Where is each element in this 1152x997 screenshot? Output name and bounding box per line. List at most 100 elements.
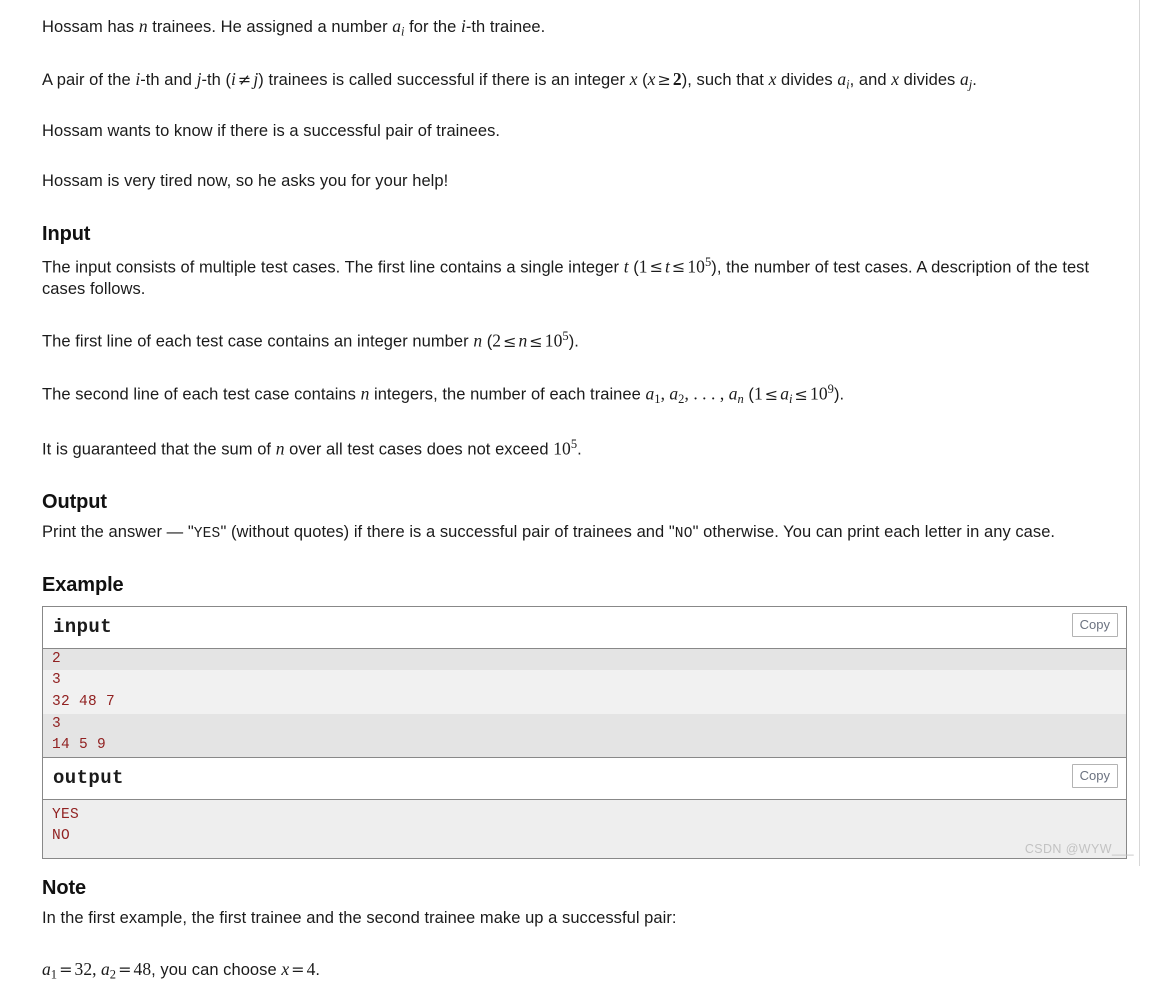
text-fragment: The input consists of multiple test case… xyxy=(42,257,624,276)
sample-tests: input Copy 2 3 32 48 7 3 14 5 9 output C… xyxy=(42,605,1127,859)
code-yes: YES xyxy=(193,525,221,542)
math-number-2: 2 xyxy=(492,330,502,351)
math-operator-leq: ≤ xyxy=(794,384,809,404)
math-a: a xyxy=(837,69,847,89)
text-fragment: ). xyxy=(833,385,845,404)
math-number-1: 1 xyxy=(753,383,763,404)
math-operator-eq: = xyxy=(291,959,305,979)
output-line: NO xyxy=(52,828,71,845)
text-fragment: ( xyxy=(628,257,639,276)
math-operator-leq: ≤ xyxy=(529,331,543,351)
math-a: a xyxy=(101,958,110,979)
math-x: x xyxy=(891,69,899,89)
math-operator-eq: = xyxy=(59,959,73,979)
sample-input-body: 2 3 32 48 7 3 14 5 9 xyxy=(43,648,1126,757)
text-fragment: " (without quotes) if there is a success… xyxy=(220,522,675,541)
text-fragment: ). xyxy=(568,332,579,351)
test-case-block: 2 xyxy=(43,648,1126,671)
text-fragment: ( xyxy=(637,71,648,89)
sample-output-body: YES NO xyxy=(43,799,1126,858)
math-a: a xyxy=(669,383,679,404)
text-fragment: ), such that xyxy=(681,71,769,89)
math-x: x xyxy=(281,958,290,979)
test-case-line: 3 xyxy=(52,715,62,732)
math-a: a xyxy=(645,383,655,404)
text-fragment: divides xyxy=(899,71,960,89)
math-n: n xyxy=(138,16,148,36)
math-operator-leq: ≤ xyxy=(649,256,664,276)
note-section-title: Note xyxy=(42,876,87,899)
math-number-48: 48 xyxy=(133,958,152,979)
math-operator-leq: ≤ xyxy=(764,384,779,404)
output-section-title: Output xyxy=(42,490,107,513)
text-fragment: divides xyxy=(776,71,838,89)
math-operator-leq: ≤ xyxy=(503,331,517,351)
text-fragment: , you can choose xyxy=(151,960,282,979)
test-case-block: 3 14 5 9 xyxy=(43,713,1126,757)
statement-paragraph-4: Hossam is very tired now, so he asks you… xyxy=(42,171,449,190)
test-case-line: 2 xyxy=(52,650,62,667)
text-fragment: A pair of the xyxy=(42,71,136,89)
math-operator-geq: ≥ xyxy=(657,70,671,89)
math-number-32: 32 xyxy=(74,958,93,979)
test-case-line: 14 5 9 xyxy=(52,737,107,754)
math-n: n xyxy=(473,330,483,351)
text-fragment: integers, the number of each trainee xyxy=(369,385,646,404)
text-fragment: -th trainee. xyxy=(465,18,546,36)
text-fragment: The first line of each test case contain… xyxy=(42,332,474,351)
input-section-title: Input xyxy=(42,222,91,245)
math-n: n xyxy=(518,330,528,351)
math-number-4: 4 xyxy=(306,958,316,979)
math-operator-neq: ≠ xyxy=(237,70,252,89)
text-fragment: , . . . , xyxy=(684,383,729,404)
sample-input-label: input xyxy=(53,615,113,638)
math-number-2: 2 xyxy=(672,69,682,89)
text-fragment: for the xyxy=(404,18,461,36)
math-number-10: 10 xyxy=(810,383,828,404)
sample-output-box: output Copy YES NO xyxy=(42,756,1127,859)
math-number-1: 1 xyxy=(638,255,648,276)
input-paragraph-4: It is guaranteed that the sum of n over … xyxy=(42,422,1128,475)
sample-output-header: output Copy xyxy=(43,757,1126,800)
text-fragment: Hossam has xyxy=(42,18,139,36)
text-fragment: . xyxy=(972,71,977,89)
sample-input-box: input Copy 2 3 32 48 7 3 14 5 9 xyxy=(42,605,1127,757)
sample-input-header: input Copy xyxy=(43,606,1126,649)
text-fragment: " otherwise. You can print each letter i… xyxy=(692,522,1056,541)
math-a: a xyxy=(780,383,790,404)
text-fragment: It is guaranteed that the sum of xyxy=(42,439,276,458)
text-fragment: , and xyxy=(849,71,892,89)
text-fragment: ) trainees is called successful if there… xyxy=(258,71,630,89)
text-fragment: The second line of each test case contai… xyxy=(42,385,361,404)
text-fragment: -th and xyxy=(140,71,197,89)
output-paragraph-1: Print the answer — "YES" (without quotes… xyxy=(42,516,1128,558)
math-a: a xyxy=(42,958,51,979)
code-no: NO xyxy=(674,525,693,542)
math-a: a xyxy=(392,16,401,36)
text-fragment: . xyxy=(315,960,321,979)
copy-output-button[interactable]: Copy xyxy=(1071,763,1118,788)
input-paragraph-2: The first line of each test case contain… xyxy=(42,314,1128,367)
text-fragment: ( xyxy=(482,332,493,351)
math-number-10: 10 xyxy=(687,255,705,276)
sample-output-label: output xyxy=(53,766,124,789)
text-fragment: . xyxy=(577,439,582,458)
text-fragment: trainees. He assigned a number xyxy=(147,18,393,36)
math-number-10: 10 xyxy=(553,437,571,458)
problem-statement: Hossam has n trainees. He assigned a num… xyxy=(42,0,1128,997)
math-operator-eq: = xyxy=(118,959,132,979)
statement-paragraph-3: Hossam wants to know if there is a succe… xyxy=(42,122,501,140)
test-case-block: 3 32 48 7 xyxy=(43,670,1126,714)
statement-paragraph-1: Hossam has n trainees. He assigned a num… xyxy=(42,0,1128,54)
example-section-title: Example xyxy=(42,573,124,596)
page-right-rule xyxy=(1139,0,1140,866)
text-fragment: -th ( xyxy=(201,71,232,89)
note-paragraph-1: In the first example, the first trainee … xyxy=(42,908,677,927)
output-line: YES xyxy=(52,806,80,823)
input-paragraph-1: The input consists of multiple test case… xyxy=(42,248,1128,315)
text-fragment: , xyxy=(92,958,101,979)
note-paragraph-2: a1 = 32, a2 = 48, you can choose x = 4. xyxy=(42,944,1128,997)
statement-paragraph-2: A pair of the i-th and j-th (i ≠ j) traine… xyxy=(42,54,1128,107)
text-fragment: over all test cases does not exceed xyxy=(284,439,554,458)
copy-input-button[interactable]: Copy xyxy=(1071,612,1118,637)
